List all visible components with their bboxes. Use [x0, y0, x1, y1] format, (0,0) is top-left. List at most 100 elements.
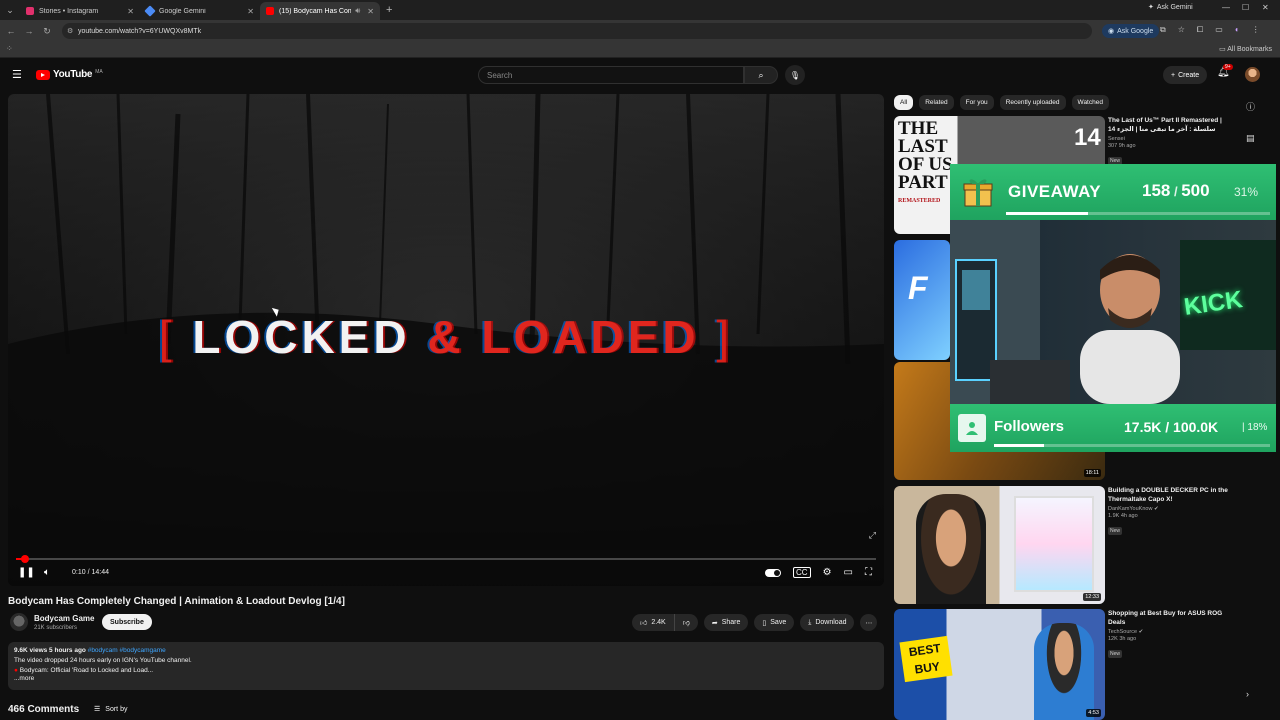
create-button[interactable]: + Create — [1163, 66, 1208, 84]
giveaway-label: GIVEAWAY — [1008, 182, 1102, 201]
search-icon: ⌕ — [758, 69, 764, 80]
theater-mode-icon[interactable]: ▭ — [844, 567, 853, 578]
chip-recently-uploaded[interactable]: Recently uploaded — [999, 95, 1066, 110]
apps-icon[interactable]: ⁘ — [6, 44, 13, 53]
site-info-icon[interactable]: ⚙ — [67, 27, 73, 35]
followers-count: 17.5K / 100.0K — [1124, 419, 1219, 435]
more-actions-button[interactable]: ⋯ — [860, 614, 878, 631]
video-thumbnail[interactable]: BEST BUY 4:53 — [894, 609, 1105, 720]
video-thumbnail[interactable]: 12:33 — [894, 486, 1105, 604]
search-input[interactable] — [487, 70, 743, 80]
url-field[interactable]: ⚙ youtube.com/watch?v=6YUWQXv8MTk — [62, 23, 1092, 39]
close-tab-icon[interactable]: ✕ — [367, 7, 374, 16]
profile-icon[interactable]: ◐ — [1235, 25, 1240, 35]
chip-all[interactable]: All — [894, 95, 914, 110]
back-icon[interactable]: ← — [2, 26, 20, 36]
autoplay-toggle[interactable] — [765, 568, 782, 577]
new-tab-button[interactable]: + — [386, 4, 392, 16]
close-window-button[interactable]: ✕ — [1262, 3, 1269, 12]
notification-badge: 9+ — [1223, 64, 1233, 70]
giveaway-total: 500 — [1181, 181, 1210, 200]
voice-search-button[interactable]: 🎙︎ — [785, 65, 805, 85]
video-thumbnail[interactable]: F — [894, 240, 950, 360]
rec-title[interactable]: Shopping at Best Buy for ASUS ROG Deals — [1108, 609, 1238, 627]
reload-icon[interactable]: ↻ — [38, 26, 56, 37]
subscribe-button[interactable]: Subscribe — [102, 614, 152, 630]
rec-title[interactable]: The Last of Us™ Part II Remastered | سلس… — [1108, 116, 1238, 134]
ask-gemini-label: Ask Gemini — [1156, 3, 1193, 11]
volume-icon[interactable]: 🔈︎ — [44, 567, 50, 578]
video-player[interactable]: [ LOCKED & LOADED ] ⤢ ❚❚ 🔈︎ 0:10 / 14:44… — [8, 94, 884, 586]
rec-stats: 12K 3h ago — [1108, 636, 1137, 642]
sidebar-icon[interactable]: ▭ — [1215, 25, 1223, 35]
hamburger-menu-icon[interactable]: ☰ — [12, 68, 22, 81]
ask-google-button[interactable]: ◉ Ask Google — [1102, 24, 1160, 38]
new-badge: New — [1108, 527, 1123, 535]
dislike-button[interactable]: 👎︎ — [673, 614, 698, 631]
captions-icon[interactable]: CC — [793, 567, 811, 578]
youtube-logo[interactable]: YouTube MA — [36, 69, 103, 80]
tab-title: Google Gemini — [159, 7, 206, 15]
menu-icon[interactable]: ⋮ — [1252, 25, 1260, 35]
account-avatar[interactable] — [1245, 67, 1260, 82]
bookmark-star-icon[interactable]: ☆ — [1178, 25, 1185, 35]
list-item[interactable]: BEST BUY 4:53 Shopping at Best Buy for A… — [894, 609, 1250, 720]
chip-related[interactable]: Related — [919, 95, 954, 110]
extensions-icon[interactable]: ⧠ — [1197, 25, 1203, 35]
rec-title[interactable]: Building a DOUBLE DECKER PC in the Therm… — [1108, 486, 1238, 504]
miniplayer-icon[interactable]: ⤢ — [869, 530, 876, 541]
video-actions: 👍︎ 2.4K 👎︎ ➦ Share ▯ Save ⤓ Download ⋯ — [632, 614, 878, 631]
maximize-button[interactable]: ☐ — [1242, 3, 1249, 12]
speaker-icon[interactable]: 🔊︎ — [355, 6, 360, 16]
subscriber-count: 21K subscribers — [34, 625, 78, 631]
pause-icon[interactable]: ❚❚ — [18, 567, 35, 578]
cast-icon[interactable]: ⧉ — [1160, 25, 1166, 35]
settings-gear-icon[interactable]: ⚙ — [823, 567, 832, 578]
fortnite-logo: F — [908, 270, 928, 306]
followers-label: Followers — [994, 418, 1065, 435]
channel-avatar[interactable] — [10, 613, 28, 631]
browser-tab-instagram[interactable]: Stories • Instagram ✕ — [20, 2, 140, 20]
browser-tab-youtube[interactable]: (15) Bodycam Has Complet... 🔊︎ ✕ — [260, 2, 380, 20]
share-button[interactable]: ➦ Share — [703, 614, 749, 631]
channel-name[interactable]: Bodycam Game — [34, 614, 94, 623]
rec-channel[interactable]: Sensei — [1108, 136, 1238, 142]
video-info: The Last of Us™ Part II Remastered | سلس… — [1108, 116, 1238, 167]
chip-for-you[interactable]: For you — [959, 95, 994, 110]
description-box[interactable]: 9.6K views 5 hours ago #bodycam #bodycam… — [8, 642, 884, 690]
rec-channel[interactable]: TechSource ✔ — [1108, 629, 1238, 635]
save-button[interactable]: ▯ Save — [754, 614, 795, 631]
search-box[interactable] — [478, 66, 744, 84]
video-overlay-title: [ LOCKED & LOADED ] — [8, 310, 884, 364]
giveaway-percent: 31% — [1234, 185, 1259, 199]
browser-tab-gemini[interactable]: Google Gemini ✕ — [140, 2, 260, 20]
rec-channel[interactable]: DanKamYouKnow ✔ — [1108, 506, 1238, 512]
youtube-header: ☰ YouTube MA ⌕ 🎙︎ + Create 🔔︎ 9+ — [0, 58, 1280, 92]
close-tab-icon[interactable]: ✕ — [127, 7, 134, 16]
giveaway-progress-fill — [1006, 212, 1088, 215]
download-button[interactable]: ⤓ Download — [800, 614, 855, 631]
forward-icon[interactable]: → — [20, 26, 38, 36]
hashtags[interactable]: #bodycam #bodycamgame — [88, 647, 166, 654]
ask-gemini-button[interactable]: ✦ Ask Gemini — [1148, 3, 1193, 12]
chip-watched[interactable]: Watched — [1071, 95, 1109, 110]
tab-search-icon[interactable]: ⌄ — [0, 0, 20, 20]
red-circle-icon: ● — [14, 667, 18, 674]
fullscreen-icon[interactable]: ⛶ — [865, 567, 872, 578]
search-button[interactable]: ⌕ — [744, 66, 778, 84]
video-duration: 18:11 — [1083, 469, 1101, 477]
all-bookmarks-button[interactable]: ▭ All Bookmarks — [1219, 45, 1272, 53]
info-icon[interactable]: ⓘ — [1246, 100, 1255, 113]
like-button[interactable]: 👍︎ 2.4K — [632, 614, 674, 631]
notifications-button[interactable]: 🔔︎ 9+ — [1217, 64, 1233, 78]
close-tab-icon[interactable]: ✕ — [247, 7, 254, 16]
sort-icon: ☰ — [94, 706, 101, 713]
youtube-wordmark: YouTube — [53, 69, 93, 80]
video-progress-bar[interactable] — [16, 555, 876, 563]
video-duration: 12:33 — [1083, 593, 1101, 601]
sort-comments-button[interactable]: ☰ Sort by — [94, 705, 127, 714]
share-arrow-icon: ➦ — [711, 619, 718, 627]
list-item[interactable]: 12:33 Building a DOUBLE DECKER PC in the… — [894, 486, 1250, 604]
minimize-button[interactable]: — — [1222, 3, 1230, 12]
gift-icon — [963, 179, 993, 207]
